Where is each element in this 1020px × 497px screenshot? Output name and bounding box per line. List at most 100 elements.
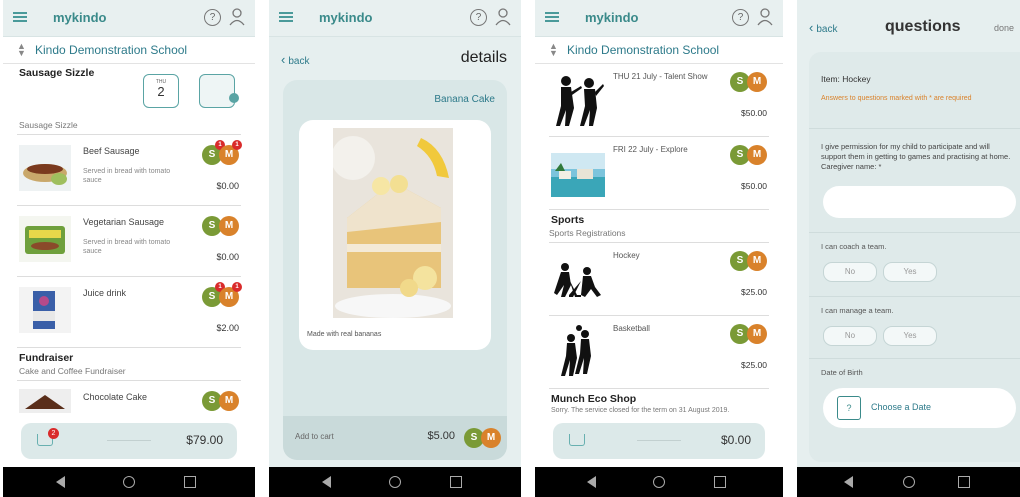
member-badge[interactable]: M (747, 251, 767, 271)
member-badge[interactable]: M (219, 216, 239, 236)
item-name: Beef Sausage (83, 146, 140, 156)
shop-closed-notice: Sorry. The service closed for the term o… (551, 407, 730, 414)
product-name: Banana Cake (434, 94, 495, 105)
juice-drink-image (19, 287, 71, 333)
nav-recent-icon[interactable] (184, 476, 197, 488)
fundraiser-subtitle: Cake and Coffee Fundraiser (19, 366, 126, 376)
logo: mykindo (585, 10, 639, 25)
nav-home-icon[interactable] (902, 476, 915, 488)
menu-item[interactable]: Vegetarian Sausage Served in bread with … (17, 205, 241, 276)
screen-questions: ‹ back questions done Item: Hockey Answer… (797, 0, 1020, 497)
nav-back-icon[interactable] (843, 476, 853, 488)
list-item[interactable]: FRI 22 July - Explore S M $50.00 (549, 137, 769, 210)
hamburger-menu-icon[interactable] (13, 12, 27, 22)
school-selector[interactable]: ▲ ▼ Kindo Demonstration School (535, 37, 783, 64)
choose-date-button[interactable]: ? Choose a Date (823, 388, 1016, 428)
manage-no-button[interactable]: No (823, 326, 877, 346)
member-badge[interactable]: M (747, 72, 767, 92)
list-item[interactable]: THU 21 July - Talent Show S M $50.00 (549, 64, 769, 137)
user-icon[interactable] (229, 8, 245, 26)
basketball-image (551, 324, 605, 380)
hamburger-menu-icon[interactable] (545, 12, 559, 22)
nav-recent-icon[interactable] (450, 476, 463, 488)
nav-home-icon[interactable] (389, 476, 401, 488)
section-subtitle: Sausage Sizzle (19, 120, 78, 130)
list-item[interactable]: Basketball S M $25.00 (549, 316, 769, 389)
hamburger-menu-icon[interactable] (279, 12, 293, 22)
coach-yes-button[interactable]: Yes (883, 262, 937, 282)
user-icon[interactable] (757, 8, 773, 26)
nav-back-icon[interactable] (55, 476, 65, 488)
school-selector[interactable]: ▲ ▼ Kindo Demonstration School (3, 37, 255, 64)
permission-question: I give permission for my child to partic… (821, 142, 1011, 171)
item-description: Served in bread with tomato sauce (83, 239, 171, 255)
drag-handle[interactable] (637, 440, 681, 441)
choose-date-label: Choose a Date (871, 402, 932, 412)
member-badge[interactable]: M1 (219, 140, 242, 165)
back-label: back (816, 24, 838, 35)
item-description: Served in bread with tomato sauce (83, 168, 171, 184)
coach-no-button[interactable]: No (823, 262, 877, 282)
badge-group: S M (730, 251, 767, 271)
product-price: $5.00 (427, 430, 455, 442)
chevron-left-icon: ‹ (281, 52, 286, 67)
date-calendar-icon[interactable]: THU 2 (143, 74, 179, 108)
add-to-cart-bar[interactable]: Add to cart $5.00 S M (283, 416, 507, 460)
member-badge[interactable]: M (747, 145, 767, 165)
required-notice: Answers to questions marked with * are r… (821, 95, 972, 102)
add-date-icon[interactable] (199, 74, 239, 108)
questions-header: ‹ back questions done (797, 0, 1020, 52)
item-price: $2.00 (216, 323, 239, 333)
back-label: back (288, 56, 310, 67)
nav-recent-icon[interactable] (713, 476, 726, 488)
member-badge[interactable]: M (481, 428, 501, 448)
drag-handle[interactable] (107, 440, 151, 441)
item-price: $50.00 (741, 181, 767, 191)
item-name: FRI 22 July - Explore (613, 145, 688, 154)
school-name: Kindo Demonstration School (567, 43, 720, 57)
talent-show-image (551, 72, 605, 128)
member-badge[interactable]: M (747, 324, 767, 344)
add-to-cart-label[interactable]: Add to cart (295, 432, 334, 441)
member-badge[interactable]: M (219, 391, 239, 411)
hockey-image (551, 251, 605, 307)
cart-icon[interactable] (569, 434, 585, 446)
product-caption: Made with real bananas (307, 331, 382, 338)
divider (809, 128, 1020, 129)
cart-bar[interactable]: 2 $79.00 (21, 423, 237, 459)
help-icon[interactable]: ? (470, 9, 487, 26)
nav-back-icon[interactable] (321, 476, 331, 488)
coach-question: I can coach a team. (821, 242, 887, 251)
screen-activities: mykindo ? ▲ ▼ Kindo Demonstration School … (535, 0, 783, 497)
manage-yes-button[interactable]: Yes (883, 326, 937, 346)
divider (809, 232, 1020, 233)
help-icon[interactable]: ? (732, 9, 749, 26)
item-name: THU 21 July - Talent Show (613, 72, 708, 81)
menu-item[interactable]: Juice drink S1 M1 $2.00 (17, 276, 242, 347)
nav-home-icon[interactable] (653, 476, 665, 488)
member-badge[interactable]: M1 (219, 282, 242, 307)
help-icon[interactable]: ? (204, 9, 221, 26)
back-button[interactable]: ‹ back (281, 52, 309, 67)
badge-group: S M (202, 216, 239, 236)
sort-arrows-icon: ▲ ▼ (17, 41, 26, 58)
logo: mykindo (53, 10, 107, 25)
item-price: $0.00 (216, 252, 239, 262)
cart-bar[interactable]: $0.00 (553, 423, 765, 459)
nav-home-icon[interactable] (123, 476, 135, 488)
shop-title: Munch Eco Shop (551, 393, 637, 405)
badge-group: S M (730, 145, 767, 165)
nav-back-icon[interactable] (587, 476, 597, 488)
list-item[interactable]: Hockey S M $25.00 (549, 243, 769, 316)
banana-cake-image (333, 128, 453, 318)
user-icon[interactable] (495, 8, 511, 26)
logo: mykindo (319, 10, 373, 25)
divider (809, 358, 1020, 359)
menu-item[interactable]: Beef Sausage Served in bread with tomato… (17, 134, 242, 205)
explore-image (551, 153, 605, 197)
item-price: $25.00 (741, 360, 767, 370)
done-button[interactable]: done (994, 23, 1014, 33)
nav-recent-icon[interactable] (957, 476, 970, 488)
caregiver-name-input[interactable] (823, 186, 1016, 218)
back-button[interactable]: ‹ back (809, 20, 837, 35)
